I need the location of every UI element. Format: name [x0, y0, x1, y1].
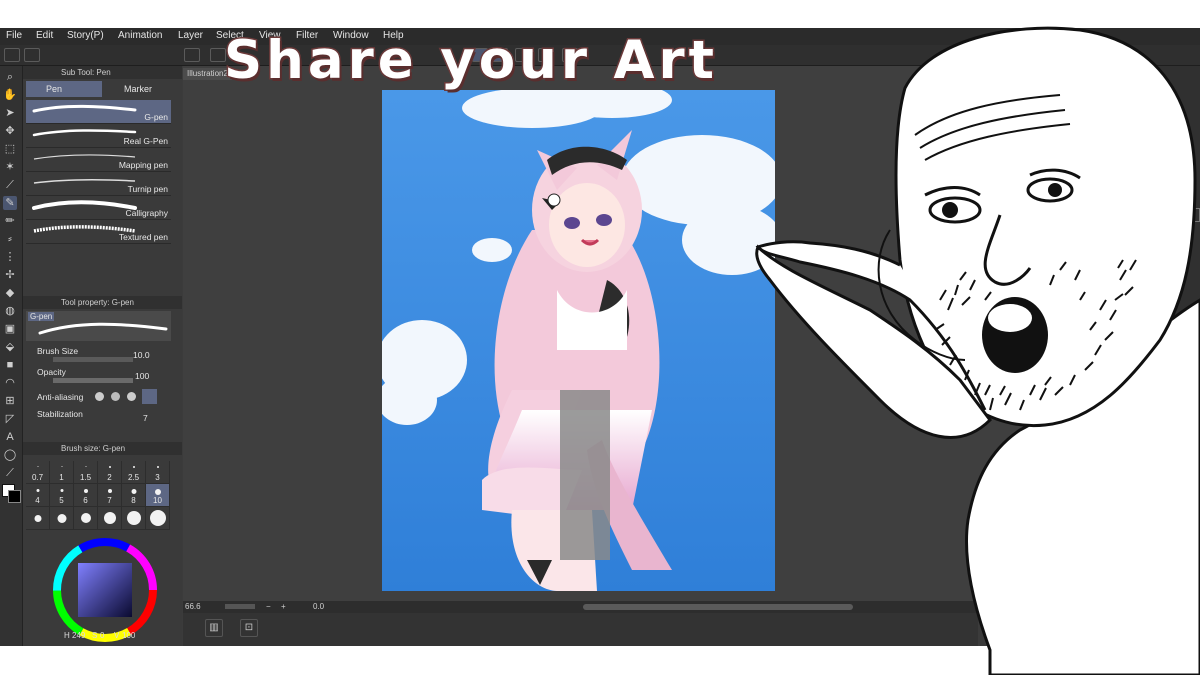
- wojak-pointing-character: [755, 26, 1200, 675]
